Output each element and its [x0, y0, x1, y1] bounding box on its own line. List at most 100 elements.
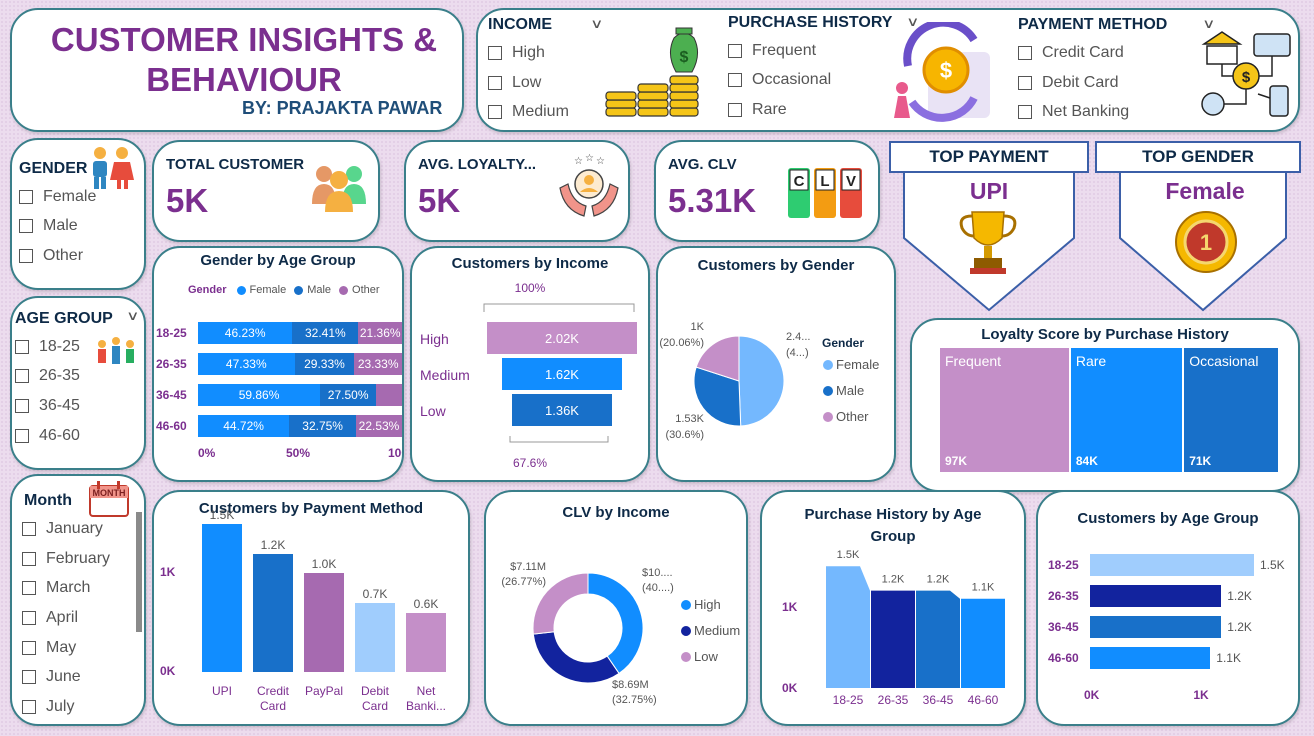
- checkbox[interactable]: [22, 641, 36, 655]
- income-option-low[interactable]: Low: [488, 74, 541, 92]
- clv-blocks-icon: C L V: [788, 168, 862, 218]
- checkbox[interactable]: [22, 611, 36, 625]
- checkbox[interactable]: [728, 73, 742, 87]
- checkbox[interactable]: [22, 670, 36, 684]
- legend-dot: [681, 652, 691, 662]
- checkbox[interactable]: [19, 190, 33, 204]
- month-option-july[interactable]: July: [22, 698, 74, 716]
- svg-text:☆: ☆: [585, 154, 594, 164]
- payment-option-net-banking[interactable]: Net Banking: [1018, 103, 1129, 121]
- pie-data-label: 1.53K: [675, 413, 704, 425]
- checkbox[interactable]: [15, 429, 29, 443]
- month-option-february[interactable]: February: [22, 550, 110, 568]
- checkbox[interactable]: [22, 552, 36, 566]
- area-segment: [961, 598, 1005, 688]
- checkbox[interactable]: [728, 44, 742, 58]
- checkbox[interactable]: [1018, 76, 1032, 90]
- top-slicer-panel: INCOME ∨ High Low Medium $ PURCHASE HIST…: [476, 8, 1300, 132]
- medal-icon: 1: [1175, 211, 1237, 273]
- month-option-may[interactable]: May: [22, 639, 76, 657]
- pie-data-label: (4...): [786, 347, 809, 359]
- avg-clv-value: 5.31K: [668, 182, 757, 219]
- payment-illustration-icon: $: [894, 22, 990, 122]
- plot-area: 2.4... (4...) 1.53K (30.6%) 1K (20.06%) Gender…: [659, 321, 879, 441]
- treemap-value-label: 97K: [945, 454, 968, 468]
- bar: [1090, 647, 1211, 669]
- age-option-26-35[interactable]: 26-35: [15, 367, 80, 385]
- legend-dot-female: [236, 285, 246, 295]
- checkbox[interactable]: [728, 103, 742, 117]
- legend-label: Medium: [694, 623, 740, 638]
- checkbox[interactable]: [15, 399, 29, 413]
- month-option-january[interactable]: January: [22, 520, 103, 538]
- calendar-icon-label: MONTH: [93, 488, 126, 498]
- top-gender-value: Female: [1165, 178, 1245, 204]
- funnel-bar: 1.36K: [511, 394, 613, 426]
- x-tick-label: Debit Card: [360, 684, 389, 713]
- purchase-option-rare[interactable]: Rare: [728, 101, 787, 119]
- checkbox[interactable]: [22, 581, 36, 595]
- checkbox[interactable]: [15, 340, 29, 354]
- gender-option-male[interactable]: Male: [19, 217, 78, 235]
- bar-data-label: 0.7K: [362, 586, 388, 601]
- pie-slice-female: [738, 335, 785, 427]
- checkbox[interactable]: [1018, 46, 1032, 60]
- bar: [1090, 554, 1254, 576]
- month-option-march[interactable]: March: [22, 579, 90, 597]
- donut-data-label: $10....: [642, 567, 673, 579]
- purchase-option-frequent[interactable]: Frequent: [728, 42, 816, 60]
- legend-other: Other: [352, 284, 380, 296]
- gender-option-female[interactable]: Female: [19, 188, 96, 206]
- bar-data-label: 0.6K: [413, 596, 439, 611]
- title-line-2: BEHAVIOUR: [146, 61, 342, 98]
- age-option-36-45[interactable]: 36-45: [15, 397, 80, 415]
- bar-data-label: 1.2K: [1227, 620, 1252, 634]
- age-option-18-25[interactable]: 18-25: [15, 338, 80, 356]
- bar-segment-male: 32.75%: [289, 415, 357, 437]
- title-line-1: CUSTOMER INSIGHTS &: [50, 21, 438, 58]
- x-tick-label: 36-45: [923, 693, 954, 707]
- legend-label: Female: [836, 357, 879, 372]
- checkbox[interactable]: [22, 700, 36, 714]
- month-slicer: Month MONTH January February March April…: [10, 474, 146, 726]
- checkbox[interactable]: [19, 219, 33, 233]
- payment-option-credit-card[interactable]: Credit Card: [1018, 44, 1124, 62]
- month-scrollbar[interactable]: [136, 512, 142, 632]
- y-tick-label: 18-25: [1048, 558, 1079, 572]
- checkbox[interactable]: [22, 522, 36, 536]
- x-tick-label: UPI: [211, 684, 232, 698]
- chart-legend: Gender Female Male Other: [188, 284, 380, 296]
- treemap-cell-rare: Rare 84K: [1070, 348, 1183, 472]
- top-payment-title: TOP PAYMENT: [929, 147, 1049, 166]
- checkbox[interactable]: [488, 76, 502, 90]
- checkbox[interactable]: [488, 105, 502, 119]
- legend-label: Low: [694, 649, 718, 664]
- gender-option-other[interactable]: Other: [19, 247, 83, 265]
- y-tick-label: 0K: [782, 681, 798, 695]
- area-segment: [916, 590, 960, 688]
- purchase-option-occasional[interactable]: Occasional: [728, 71, 831, 89]
- funnel-top-bracket: [483, 303, 635, 312]
- legend-label: High: [694, 597, 721, 612]
- bar: [1090, 585, 1222, 607]
- checkbox[interactable]: [488, 46, 502, 60]
- treemap-cell-occasional: Occasional 71K: [1184, 348, 1278, 472]
- bar-segment-male: 27.50%: [320, 384, 377, 406]
- checkbox[interactable]: [1018, 105, 1032, 119]
- age-option-46-60[interactable]: 46-60: [15, 427, 80, 445]
- income-option-high[interactable]: High: [488, 44, 545, 62]
- income-option-medium[interactable]: Medium: [488, 103, 569, 121]
- age-group-chevron-down-icon[interactable]: ∨: [126, 308, 139, 324]
- loyalty-hands-icon: ☆ ☆ ☆: [559, 154, 619, 217]
- bar-data-label: 1.2K: [1227, 589, 1252, 603]
- legend-dot: [681, 626, 691, 636]
- bar: [253, 553, 293, 672]
- legend-title: Gender: [822, 336, 864, 350]
- payment-option-debit-card[interactable]: Debit Card: [1018, 74, 1118, 92]
- month-option-april[interactable]: April: [22, 609, 78, 627]
- checkbox[interactable]: [15, 369, 29, 383]
- legend-dot-other: [339, 285, 349, 295]
- month-option-june[interactable]: June: [22, 668, 81, 686]
- checkbox[interactable]: [19, 249, 33, 263]
- y-tick-label: 1K: [160, 565, 176, 580]
